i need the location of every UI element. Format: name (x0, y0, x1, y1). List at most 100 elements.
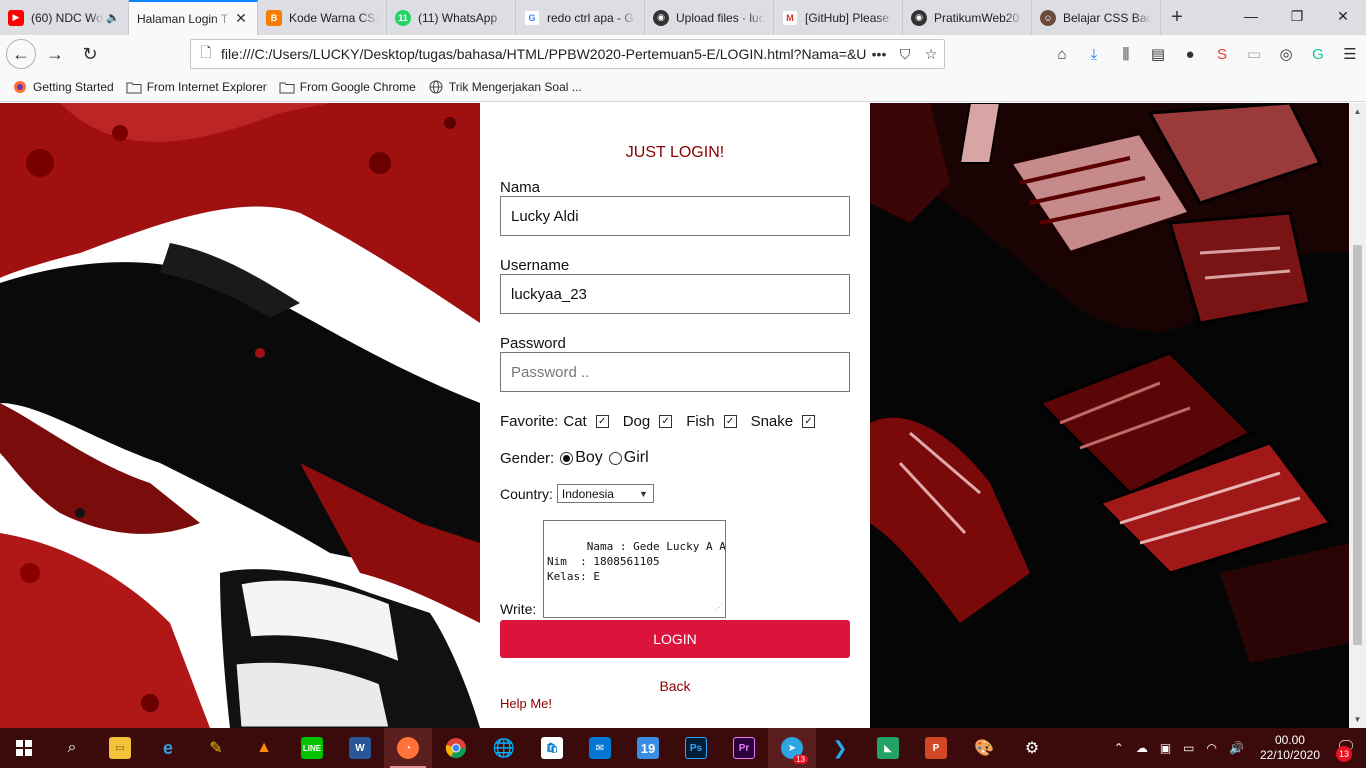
home-icon[interactable]: ⌂ (1046, 46, 1078, 63)
help-link[interactable]: Help Me! (500, 696, 552, 711)
restore-icon[interactable]: ❐ (1274, 0, 1320, 32)
edge-icon[interactable]: e (144, 728, 192, 768)
wifi-icon[interactable]: ◠ (1207, 741, 1217, 755)
url-text[interactable]: file:///C:/Users/LUCKY/Desktop/tugas/bah… (221, 46, 866, 62)
write-textarea[interactable]: Nama : Gede Lucky A A Nim : 1808561105 K… (543, 520, 726, 618)
line-icon[interactable]: LINE (288, 728, 336, 768)
new-tab-button[interactable]: + (1161, 0, 1193, 35)
windows-taskbar: ⌕ ▭ e ✎ ▲ LINE W ◔ 🌐 🛍 ✉ 19 Ps Pr ➤ 13 ❯… (0, 728, 1366, 768)
gender-boy-label: Boy (575, 449, 603, 466)
country-select[interactable]: Indonesia ▼ (556, 484, 654, 503)
nama-input[interactable] (500, 196, 850, 236)
paint-icon[interactable]: 🎨 (960, 728, 1008, 768)
mail-icon[interactable]: ✉ (576, 728, 624, 768)
green-app-icon[interactable]: ◣ (864, 728, 912, 768)
notification-center-icon[interactable]: 🗨 13 (1330, 737, 1356, 762)
app-19-icon[interactable]: 19 (624, 728, 672, 768)
scroll-up-icon[interactable]: ▲ (1349, 103, 1366, 120)
chevron-up-icon[interactable]: ⌃ (1114, 741, 1124, 755)
search-icon[interactable]: ⌕ (48, 728, 96, 768)
login-button[interactable]: LOGIN (500, 620, 850, 658)
tab-title: Halaman Login T (137, 11, 229, 26)
blogger-icon: B (266, 9, 282, 26)
github-icon: ◉ (653, 9, 669, 26)
bookmark-internet-explorer[interactable]: From Internet Explorer (126, 80, 267, 94)
powerpoint-icon[interactable]: P (912, 728, 960, 768)
bookmark-label: From Google Chrome (299, 80, 416, 94)
battery-icon[interactable]: ▭ (1183, 741, 1194, 755)
forward-button[interactable]: → (39, 38, 71, 70)
file-explorer-icon[interactable]: ▭ (96, 728, 144, 768)
favorite-cat-label: Cat (563, 413, 587, 430)
close-tab-icon[interactable]: ✕ (233, 10, 249, 27)
volume-icon[interactable]: 🔊 (1229, 741, 1244, 755)
windows-start-icon[interactable] (0, 728, 48, 768)
tray-monitor-icon[interactable]: ▣ (1160, 741, 1171, 755)
tab-github-pratikum[interactable]: ◉ PratikumWeb20 (903, 0, 1032, 35)
page-title: JUST LOGIN! (625, 144, 725, 161)
extension-s-icon[interactable]: S (1206, 46, 1238, 63)
settings-icon[interactable]: ⚙ (1008, 728, 1056, 768)
telegram-icon[interactable]: ➤ 13 (768, 728, 816, 768)
sidebar-icon[interactable]: ▤ (1142, 45, 1174, 63)
reload-button[interactable]: ↻ (74, 38, 106, 70)
extension-glasses-icon[interactable]: ◎ (1270, 45, 1302, 63)
chrome-icon[interactable] (432, 728, 480, 768)
bookmark-label: From Internet Explorer (146, 80, 267, 94)
library-icon[interactable]: ⫼ (1110, 46, 1142, 63)
tab-gmail[interactable]: M [GitHub] Please (774, 0, 903, 35)
google-icon: G (524, 9, 540, 26)
globe-app-icon[interactable]: 🌐 (480, 728, 528, 768)
scroll-down-icon[interactable]: ▼ (1349, 711, 1366, 728)
favorite-snake-label: Snake (750, 413, 794, 430)
bookmark-trik-soal[interactable]: Trik Mengerjakan Soal ... (428, 80, 582, 94)
back-link[interactable]: Back (480, 678, 870, 694)
tab-whatsapp[interactable]: 11 (11) WhatsApp (387, 0, 516, 35)
minimize-icon[interactable]: — (1228, 0, 1274, 32)
username-input[interactable] (500, 274, 850, 314)
clock[interactable]: 00.00 22/10/2020 (1260, 733, 1320, 763)
word-icon[interactable]: W (336, 728, 384, 768)
favorite-cat-checkbox[interactable]: ✓ (595, 415, 609, 428)
scrollbar[interactable]: ▲ ▼ (1349, 103, 1366, 728)
tab-youtube[interactable]: ▶ (60) NDC Wo 🔈 (0, 0, 129, 35)
favorite-snake-checkbox[interactable]: ✓ (802, 415, 816, 428)
tab-kode-warna[interactable]: B Kode Warna CSS (258, 0, 387, 35)
speaker-icon[interactable]: 🔈 (106, 11, 120, 24)
sketch-tool-icon[interactable]: ✎ (192, 728, 240, 768)
close-window-icon[interactable]: ✕ (1320, 0, 1366, 32)
gender-boy-radio[interactable] (560, 451, 574, 465)
page-actions-icon[interactable]: ••• (866, 46, 892, 62)
vscode-icon[interactable]: ❯ (816, 728, 864, 768)
page-icon: 🗋 (200, 44, 212, 60)
menu-icon[interactable]: ☰ (1334, 45, 1366, 63)
tab-belajar-css[interactable]: ☺ Belajar CSS Back (1032, 0, 1161, 35)
tab-login-active[interactable]: Halaman Login T ✕ (129, 0, 258, 35)
back-button[interactable]: ← (6, 39, 36, 69)
address-bar[interactable]: 🗋 file:///C:/Users/LUCKY/Desktop/tugas/b… (190, 39, 945, 69)
bookmark-google-chrome[interactable]: From Google Chrome (279, 80, 416, 94)
tray-app-icon[interactable]: ☁ (1136, 741, 1148, 755)
bookmark-getting-started[interactable]: Getting Started (12, 80, 114, 94)
photoshop-icon[interactable]: Ps (672, 728, 720, 768)
tab-github-upload[interactable]: ◉ Upload files · luc (645, 0, 774, 35)
password-input[interactable] (500, 352, 850, 392)
firefox-icon[interactable]: ◔ (384, 728, 432, 768)
bookmark-star-icon[interactable]: ☆ (918, 46, 944, 63)
premiere-icon[interactable]: Pr (720, 728, 768, 768)
extension-pdf-icon[interactable]: ▭ (1238, 45, 1270, 63)
gender-girl-radio[interactable] (608, 451, 622, 465)
tab-google[interactable]: G redo ctrl apa - G (516, 0, 645, 35)
download-icon[interactable]: ⤓ (1078, 46, 1110, 63)
vlc-icon[interactable]: ▲ (240, 728, 288, 768)
account-icon[interactable]: ● (1174, 46, 1206, 63)
favorite-fish-checkbox[interactable]: ✓ (723, 415, 737, 428)
scrollbar-thumb[interactable] (1353, 245, 1362, 645)
favorite-dog-checkbox[interactable]: ✓ (659, 415, 673, 428)
clock-date: 22/10/2020 (1259, 748, 1320, 762)
grammarly-icon[interactable]: G (1302, 46, 1334, 63)
store-icon[interactable]: 🛍 (528, 728, 576, 768)
navigation-bar: ← → ↻ 🗋 file:///C:/Users/LUCKY/Desktop/t… (0, 35, 1366, 73)
pocket-icon[interactable]: ⛉ (892, 46, 918, 63)
resize-grip-icon[interactable]: ⋰ (715, 600, 723, 615)
